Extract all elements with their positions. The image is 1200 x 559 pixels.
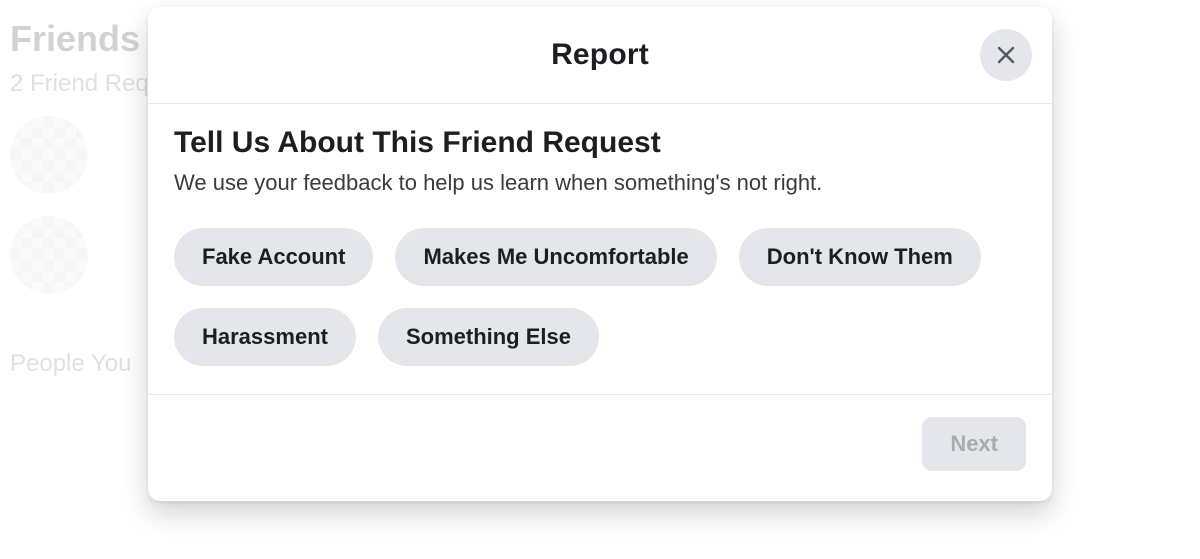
option-makes-uncomfortable[interactable]: Makes Me Uncomfortable (395, 228, 716, 286)
dialog-body: Tell Us About This Friend Request We use… (148, 104, 1052, 395)
dialog-footer: Next (148, 395, 1052, 501)
dialog-title: Report (551, 38, 649, 72)
option-harassment[interactable]: Harassment (174, 308, 356, 366)
report-dialog: Report Tell Us About This Friend Request… (148, 7, 1052, 501)
option-dont-know-them[interactable]: Don't Know Them (739, 228, 981, 286)
option-fake-account[interactable]: Fake Account (174, 228, 373, 286)
report-heading: Tell Us About This Friend Request (174, 126, 1026, 160)
report-options: Fake Account Makes Me Uncomfortable Don'… (174, 228, 1026, 366)
close-icon (994, 43, 1018, 67)
option-something-else[interactable]: Something Else (378, 308, 599, 366)
report-subtext: We use your feedback to help us learn wh… (174, 170, 1026, 196)
dialog-header: Report (148, 7, 1052, 104)
next-button[interactable]: Next (922, 417, 1026, 471)
close-button[interactable] (980, 29, 1032, 81)
